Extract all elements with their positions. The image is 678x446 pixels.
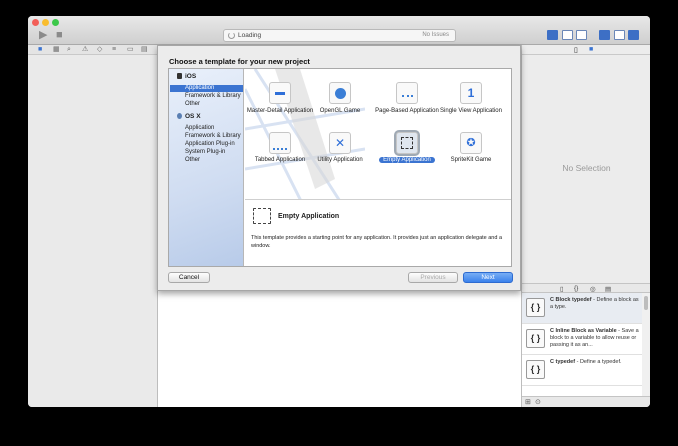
library-scrollbar[interactable]	[642, 293, 650, 396]
issues-text: No Issues	[422, 32, 449, 38]
template-utility[interactable]: ✕ Utility Application	[305, 125, 375, 175]
category-osx-other[interactable]: Other	[185, 157, 200, 164]
page-based-icon	[396, 82, 418, 104]
loading-spinner-icon	[228, 32, 235, 39]
test-icon[interactable]: ◇	[97, 46, 102, 54]
file-inspector-icon[interactable]: ▯	[574, 46, 578, 54]
play-icon[interactable]: ▶	[39, 30, 47, 41]
cancel-button[interactable]: Cancel	[168, 272, 210, 283]
template-page-based[interactable]: Page-Based Application	[372, 75, 442, 125]
utilities-toggle-icon[interactable]	[628, 30, 639, 40]
single-view-icon: 1	[460, 82, 482, 104]
template-chooser-sheet: Choose a template for your new project i…	[157, 45, 521, 291]
library-filter-bar: ⊞ ⊙	[522, 396, 650, 407]
navigator-pane: ■ ▦ ⌕ ⚠ ◇ ≡ ▭ ▤	[28, 45, 158, 407]
selected-template-title: Empty Application	[278, 213, 340, 220]
breakpoint-icon[interactable]: ▭	[127, 46, 134, 54]
utilities-pane: ▯ ■ No Selection ▯ {} ◎ ▤ { } C Block ty…	[521, 45, 650, 407]
template-grid: Master-Detail Application OpenGL Game Pa…	[245, 69, 511, 199]
template-category-list: iOS Application Framework & Library Othe…	[169, 69, 244, 266]
folder-icon[interactable]: ■	[38, 46, 42, 54]
navigator-selector-bar: ■ ▦ ⌕ ⚠ ◇ ≡ ▭ ▤	[28, 45, 157, 55]
template-label: Single View Application	[440, 108, 502, 114]
category-osx-system-plugin[interactable]: System Plug-in	[185, 149, 225, 156]
osx-icon	[177, 113, 182, 119]
snippet-title: C Inline Block as Variable	[550, 328, 617, 334]
snippet-library-list: { } C Block typedef - Define a block as …	[522, 293, 643, 396]
tabbed-icon	[269, 132, 291, 154]
spritekit-icon: ✪	[460, 132, 482, 154]
template-label: OpenGL Game	[319, 108, 361, 114]
warning-icon[interactable]: ⚠	[82, 46, 88, 54]
template-single-view[interactable]: 1 Single View Application	[436, 75, 506, 125]
snippet-title: C typedef	[550, 359, 576, 365]
master-detail-icon	[269, 82, 291, 104]
debug-icon[interactable]: ≡	[112, 46, 116, 54]
list-item[interactable]: { } C Block typedef - Define a block as …	[522, 293, 643, 324]
list-item[interactable]: { } C Inline Block as Variable - Save a …	[522, 324, 643, 355]
standard-editor-icon[interactable]	[547, 30, 558, 40]
status-text: Loading	[238, 32, 262, 39]
file-template-icon[interactable]: ▯	[560, 285, 564, 293]
log-icon[interactable]: ▤	[141, 46, 148, 54]
previous-button[interactable]: Previous	[408, 272, 458, 283]
code-snippet-icon: { }	[526, 298, 545, 317]
template-label: SpriteKit Game	[450, 157, 492, 163]
sheet-title: Choose a template for your new project	[169, 57, 310, 66]
toolbar: ▶ ■ Loading No Issues	[28, 16, 650, 45]
category-ios-other[interactable]: Other	[185, 101, 200, 108]
code-snippet-icon: { }	[526, 329, 545, 348]
assistant-editor-icon[interactable]	[562, 30, 573, 40]
category-osx-framework[interactable]: Framework & Library	[185, 133, 241, 140]
close-window-button[interactable]	[32, 19, 39, 26]
debug-toggle-icon[interactable]	[614, 30, 625, 40]
device-icon	[177, 73, 182, 79]
symbol-icon[interactable]: ▦	[53, 46, 60, 54]
list-item[interactable]: { } C typedef - Define a typedef.	[522, 355, 643, 386]
template-opengl-game[interactable]: OpenGL Game	[305, 75, 375, 125]
template-label: Utility Application	[317, 157, 363, 163]
template-label: Empty Application	[379, 157, 435, 163]
media-library-icon[interactable]: ▤	[605, 285, 611, 293]
activity-viewer: Loading No Issues	[223, 29, 456, 42]
empty-app-icon	[396, 132, 418, 154]
template-description: This template provides a starting point …	[251, 235, 503, 249]
utility-icon: ✕	[329, 132, 351, 154]
grid-view-icon[interactable]: ⊞	[525, 398, 531, 406]
object-library-icon[interactable]: ◎	[590, 285, 596, 293]
category-ios-application[interactable]: Application	[170, 85, 243, 92]
template-empty-application[interactable]: Empty Application	[372, 125, 442, 175]
minimize-window-button[interactable]	[42, 19, 49, 26]
zoom-window-button[interactable]	[52, 19, 59, 26]
category-osx-application[interactable]: Application	[185, 125, 214, 132]
library-selector-bar: ▯ {} ◎ ▤	[522, 283, 650, 293]
code-snippet-icon[interactable]: {}	[574, 285, 578, 292]
template-spritekit[interactable]: ✪ SpriteKit Game	[436, 125, 506, 175]
code-snippet-icon: { }	[526, 360, 545, 379]
template-label: Page-Based Application	[375, 108, 439, 114]
version-editor-icon[interactable]	[576, 30, 587, 40]
ios-header: iOS	[177, 73, 196, 80]
inspector-selector-bar: ▯ ■	[522, 45, 650, 55]
category-ios-framework[interactable]: Framework & Library	[185, 93, 241, 100]
category-osx-app-plugin[interactable]: Application Plug-in	[185, 141, 235, 148]
template-chooser: iOS Application Framework & Library Othe…	[168, 68, 512, 267]
quick-help-icon[interactable]: ■	[589, 46, 593, 53]
scroll-thumb[interactable]	[644, 296, 648, 310]
next-button[interactable]: Next	[463, 272, 513, 283]
osx-header: OS X	[177, 113, 201, 120]
snippet-desc: - Define a typedef.	[575, 359, 622, 365]
search-icon[interactable]: ⌕	[67, 46, 71, 54]
empty-app-icon	[253, 208, 271, 224]
template-description-panel: Empty Application This template provides…	[245, 199, 511, 266]
filter-icon[interactable]: ⊙	[535, 398, 541, 406]
opengl-icon	[329, 82, 351, 104]
navigator-toggle-icon[interactable]	[599, 30, 610, 40]
stop-icon[interactable]: ■	[56, 30, 63, 41]
snippet-title: C Block typedef	[550, 297, 592, 303]
no-selection-label: No Selection	[562, 163, 611, 173]
